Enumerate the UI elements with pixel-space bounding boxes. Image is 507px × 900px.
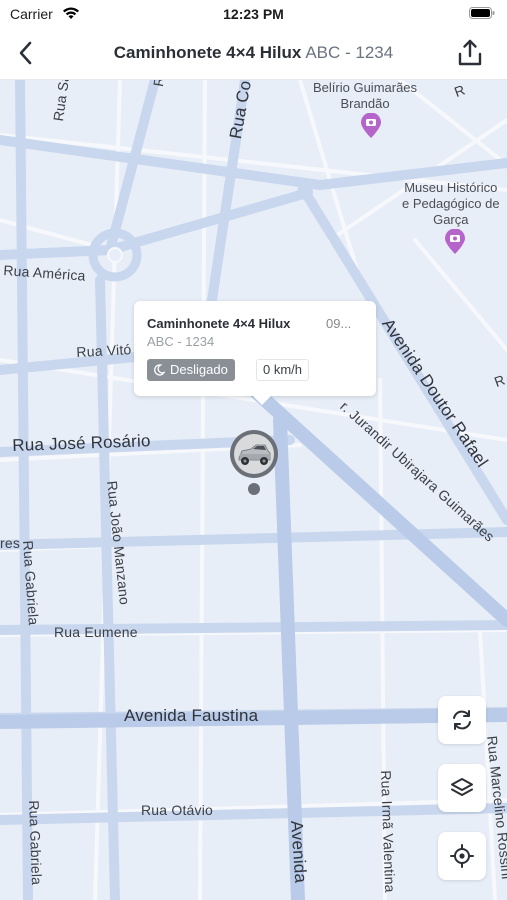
locate-icon [450, 844, 474, 868]
street-label: Rua Otávio [141, 802, 214, 818]
vehicle-plate: ABC - 1234 [305, 43, 394, 62]
callout-plate: ABC - 1234 [147, 334, 215, 349]
poi-label: Belírio Guimarães Brandão [313, 80, 418, 111]
callout-time: 09... [326, 316, 352, 331]
refresh-icon [453, 710, 471, 730]
page-title: Caminhonete 4×4 Hilux ABC - 1234 [0, 43, 507, 63]
status-label: Desligado [170, 362, 228, 377]
street-label: res [0, 535, 21, 551]
street-label: Avenida [287, 820, 311, 884]
pickup-truck-icon [234, 434, 274, 474]
vehicle-marker[interactable] [230, 430, 278, 478]
vehicle-position-dot [248, 483, 260, 495]
street-label: Avenida Faustina [124, 706, 259, 725]
refresh-button[interactable] [438, 696, 486, 744]
callout-vehicle-name: Caminhonete 4×4 Hilux [147, 316, 291, 331]
street-label: Rua Gabriela [26, 800, 45, 886]
navigation-bar: Caminhonete 4×4 Hilux ABC - 1234 [0, 28, 507, 80]
status-badge: Desligado [147, 359, 235, 381]
battery-icon [469, 7, 495, 19]
poi-label: Museu Histórico e Pedagógico de Garça [402, 180, 500, 227]
layers-icon [451, 778, 473, 796]
clock: 12:23 PM [223, 6, 284, 22]
vehicle-title: Caminhonete 4×4 Hilux [113, 43, 302, 62]
speed-badge: 0 km/h [256, 359, 310, 381]
map-view[interactable]: Rua Sarg Rua Co Rua América Rua Vitó Rua… [0, 60, 507, 900]
status-bar: Carrier 12:23 PM [0, 0, 507, 28]
screen: Carrier 12:23 PM Caminhonete 4×4 Hilux AB… [0, 0, 507, 900]
layers-button[interactable] [438, 764, 486, 812]
vehicle-callout[interactable]: Caminhonete 4×4 Hilux 09... ABC - 1234 D… [134, 301, 376, 405]
street-label: Rua Vitó [76, 341, 132, 360]
share-icon[interactable] [455, 38, 485, 68]
camera-pin-icon[interactable] [360, 113, 382, 139]
street-label: Rua Eumene [54, 624, 138, 640]
moon-icon [154, 364, 165, 376]
locate-button[interactable] [438, 832, 486, 880]
camera-pin-icon[interactable] [444, 229, 466, 255]
